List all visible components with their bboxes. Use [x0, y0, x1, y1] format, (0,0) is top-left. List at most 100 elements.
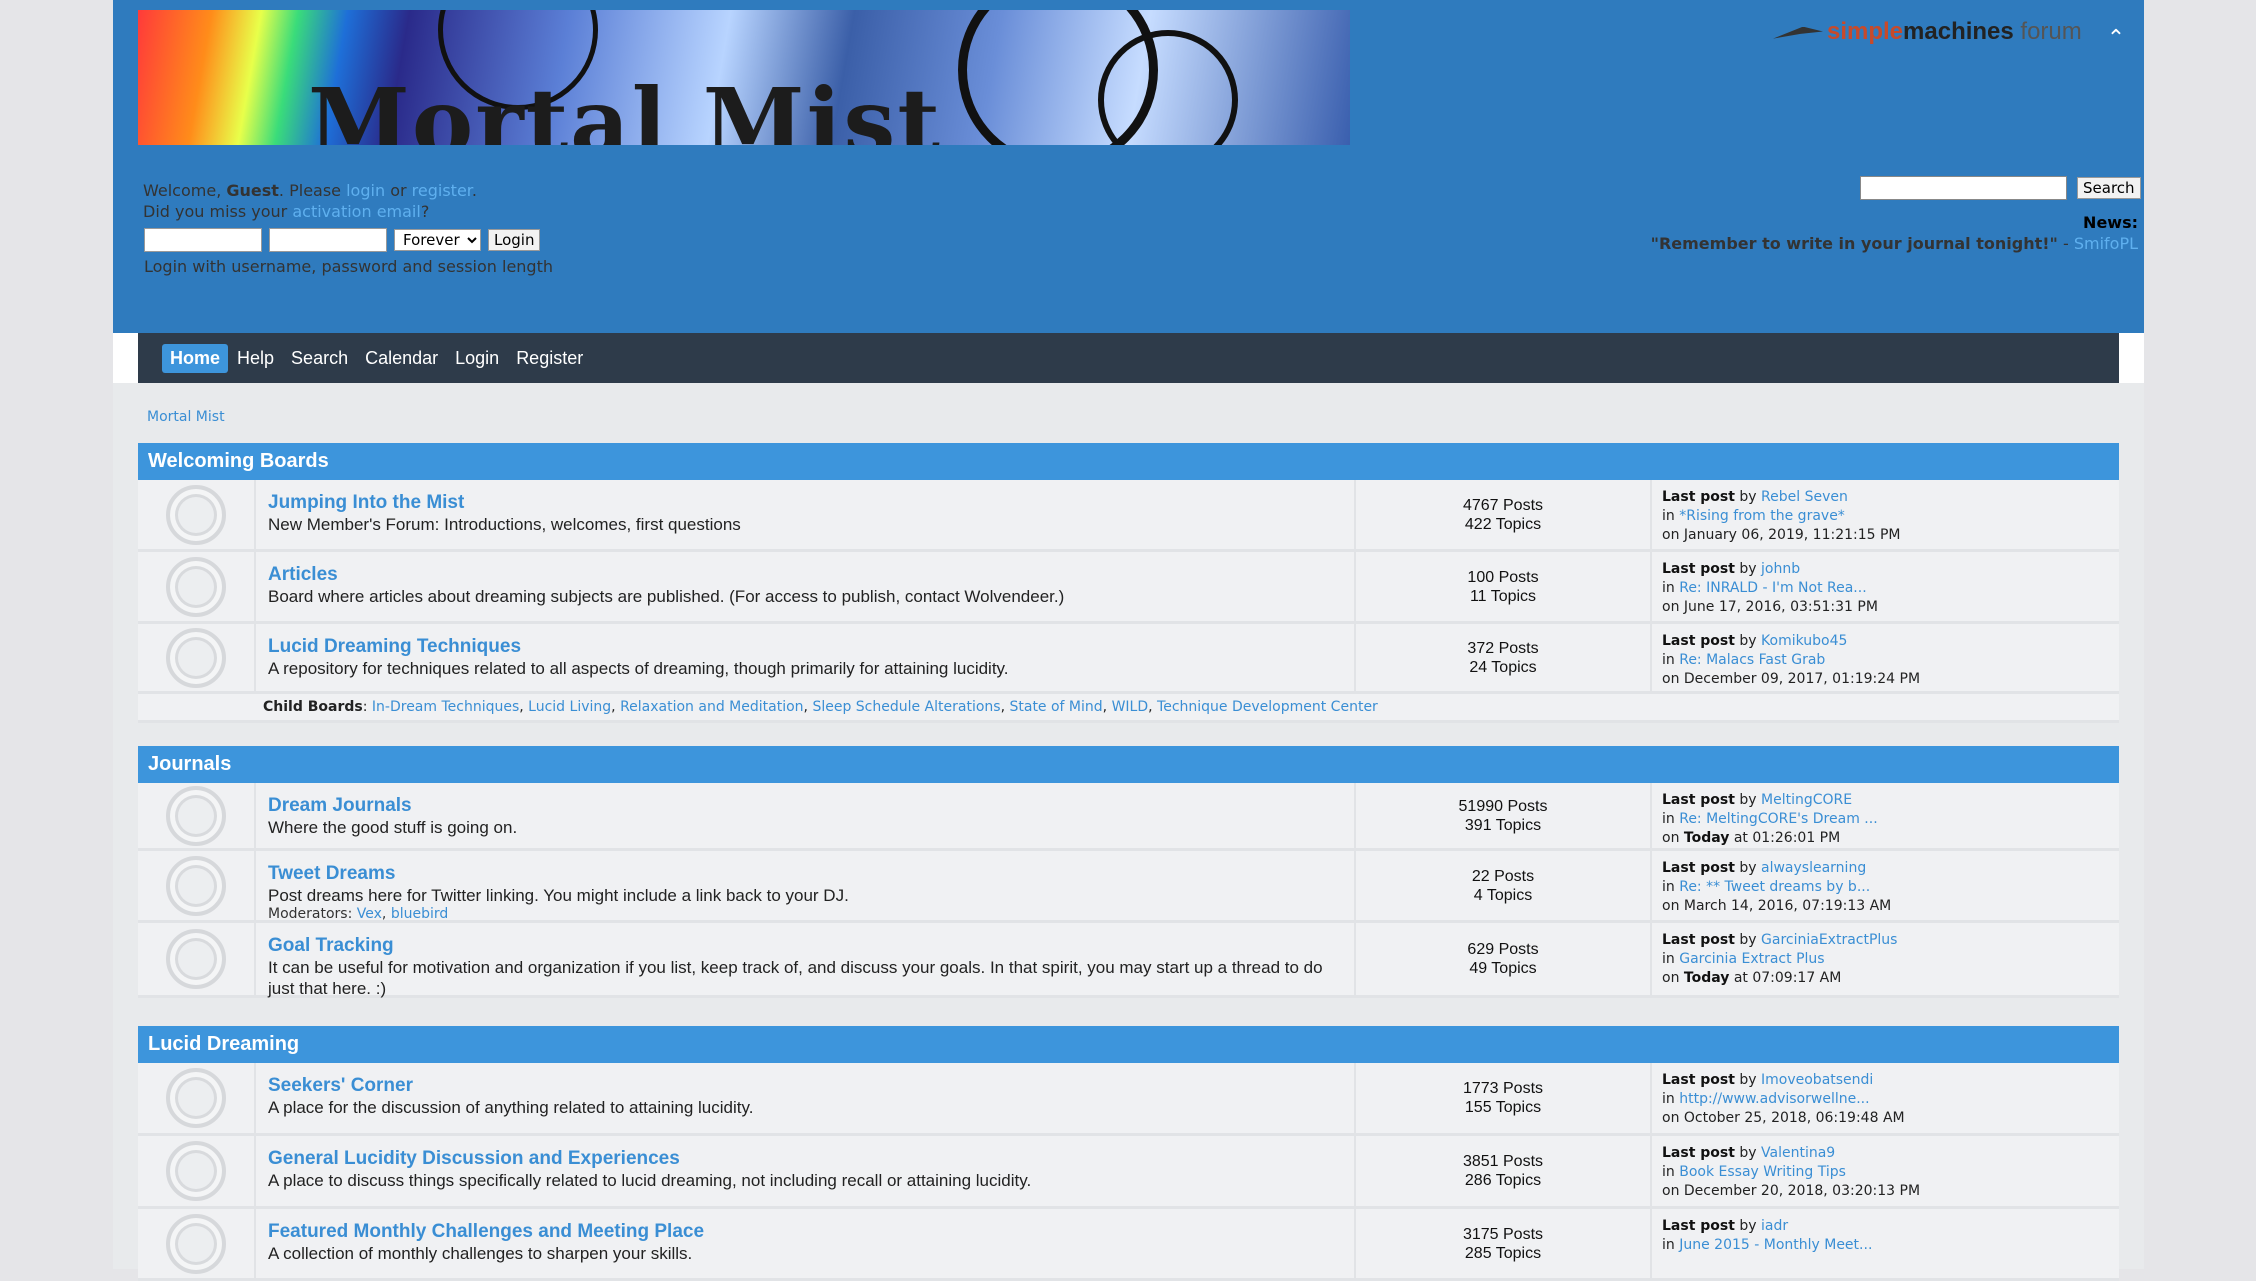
smf-bird-icon — [1773, 26, 1823, 39]
register-link[interactable]: register — [412, 181, 472, 200]
board-status-icon[interactable] — [166, 1141, 226, 1201]
news-heading: News: — [2083, 213, 2138, 232]
last-post-topic-link[interactable]: Garcinia Extract Plus — [1679, 951, 1824, 967]
session-length-select[interactable]: Forever — [394, 229, 481, 251]
menu-search[interactable]: Search — [283, 344, 356, 373]
last-post-user-link[interactable]: Rebel Seven — [1761, 489, 1848, 505]
board-name-link[interactable]: Dream Journals — [268, 795, 1342, 817]
last-post-topic: in http://www.advisorwellne... — [1662, 1091, 1870, 1107]
news-box: News: "Remember to write in your journal… — [1650, 213, 2138, 253]
board-name-link[interactable]: Featured Monthly Challenges and Meeting … — [268, 1221, 1342, 1243]
last-post-topic-link[interactable]: Re: MeltingCORE's Dream ... — [1679, 811, 1877, 827]
last-post-info: Last post by iadr in June 2015 - Monthly … — [1652, 1209, 2119, 1278]
breadcrumb[interactable]: Mortal Mist — [147, 409, 225, 425]
last-post-author: Last post by alwayslearning — [1662, 860, 1867, 876]
board-name-link[interactable]: Articles — [268, 564, 1342, 586]
activation-email-link[interactable]: activation email — [292, 202, 420, 221]
last-post-author: Last post by MeltingCORE — [1662, 792, 1853, 808]
collapse-header-icon[interactable]: ⌃ — [2103, 26, 2129, 52]
moderator-link[interactable]: Vex — [357, 906, 382, 922]
category-header[interactable]: Journals — [138, 746, 2119, 783]
post-count: 372 Posts — [1467, 639, 1539, 657]
child-boards-label: Child Boards — [263, 699, 363, 715]
last-post-user-link[interactable]: alwayslearning — [1761, 860, 1866, 876]
menu-login[interactable]: Login — [447, 344, 507, 373]
last-post-user-link[interactable]: johnb — [1761, 561, 1800, 577]
forum-banner[interactable]: Mortal Mist — [138, 10, 1350, 145]
child-board-link[interactable]: Relaxation and Meditation — [620, 699, 803, 715]
board-status-icon[interactable] — [166, 484, 226, 545]
child-board-link[interactable]: Sleep Schedule Alterations — [812, 699, 1000, 715]
last-post-info: Last post by Imoveobatsendi in http://www… — [1652, 1063, 2119, 1133]
search-input[interactable] — [1860, 176, 2067, 200]
last-post-user-link[interactable]: iadr — [1761, 1218, 1788, 1234]
board-info: General Lucidity Discussion and Experien… — [256, 1136, 1356, 1206]
child-board-link[interactable]: State of Mind — [1009, 699, 1102, 715]
password-input[interactable] — [269, 228, 387, 252]
board-name-link[interactable]: Tweet Dreams — [268, 863, 1342, 885]
board-name-link[interactable]: Goal Tracking — [268, 935, 1342, 957]
menu-help[interactable]: Help — [229, 344, 282, 373]
board-icon-cell — [138, 480, 256, 549]
category-header[interactable]: Welcoming Boards — [138, 443, 2119, 480]
board-status-icon[interactable] — [166, 556, 226, 617]
last-post-user-link[interactable]: Imoveobatsendi — [1761, 1072, 1873, 1088]
child-board-link[interactable]: Technique Development Center — [1157, 699, 1378, 715]
last-post-topic-link[interactable]: http://www.advisorwellne... — [1679, 1091, 1869, 1107]
last-post-topic-link[interactable]: *Rising from the grave* — [1679, 508, 1845, 524]
last-post-topic-link[interactable]: Re: INRALD - I'm Not Rea... — [1679, 580, 1866, 596]
last-post-user-link[interactable]: MeltingCORE — [1761, 792, 1852, 808]
last-post-user-link[interactable]: Komikubo45 — [1761, 633, 1847, 649]
menu-calendar[interactable]: Calendar — [357, 344, 446, 373]
board-info: Dream Journals Where the good stuff is go… — [256, 783, 1356, 848]
board-name-link[interactable]: Lucid Dreaming Techniques — [268, 636, 1342, 658]
smf-logo[interactable]: simplemachines forum — [1773, 18, 2082, 46]
last-post-label: Last post — [1662, 1218, 1735, 1234]
last-post-label: Last post — [1662, 860, 1735, 876]
last-post-topic-link[interactable]: June 2015 - Monthly Meet... — [1679, 1237, 1872, 1253]
category-0: Welcoming Boards Jumping Into the Mist New… — [138, 443, 2119, 723]
board-stats: 22 Posts 4 Topics — [1356, 851, 1652, 920]
last-post-topic-link[interactable]: Re: Malacs Fast Grab — [1679, 652, 1825, 668]
last-post-topic-link[interactable]: Re: ** Tweet dreams by b... — [1679, 879, 1870, 895]
board-status-icon[interactable] — [166, 855, 226, 916]
topic-count: 155 Topics — [1464, 1099, 1542, 1116]
last-post-author: Last post by GarciniaExtractPlus — [1662, 932, 1898, 948]
board-status-icon[interactable] — [166, 929, 226, 989]
news-author-link[interactable]: SmifoPL — [2074, 234, 2138, 253]
board-status-icon[interactable] — [166, 1213, 226, 1274]
board-info: Tweet Dreams Post dreams here for Twitter… — [256, 851, 1356, 922]
board-row: Articles Board where articles about dream… — [138, 552, 2119, 624]
board-status-icon[interactable] — [166, 1068, 226, 1128]
menu-home[interactable]: Home — [162, 343, 229, 373]
child-board-link[interactable]: In-Dream Techniques — [372, 699, 519, 715]
board-index: Mortal Mist Welcoming Boards Jumping Into… — [113, 383, 2144, 1281]
last-post-label: Last post — [1662, 561, 1735, 577]
quick-login-form: Forever Login — [144, 228, 541, 252]
login-link[interactable]: login — [346, 181, 385, 200]
login-button[interactable]: Login — [488, 229, 541, 251]
menu-register[interactable]: Register — [508, 344, 591, 373]
last-post-user-link[interactable]: Valentina9 — [1761, 1145, 1835, 1161]
last-post-label: Last post — [1662, 932, 1735, 948]
post-count: 4767 Posts — [1462, 496, 1544, 514]
last-post-user-link[interactable]: GarciniaExtractPlus — [1761, 932, 1897, 948]
username-input[interactable] — [144, 228, 262, 252]
board-status-icon[interactable] — [166, 627, 226, 688]
search-button[interactable]: Search — [2077, 177, 2141, 199]
last-post-topic-link[interactable]: Book Essay Writing Tips — [1679, 1164, 1846, 1180]
board-name-link[interactable]: General Lucidity Discussion and Experien… — [268, 1148, 1342, 1170]
board-name-link[interactable]: Jumping Into the Mist — [268, 492, 1342, 514]
main-menu: Home Help Search Calendar Login Register — [138, 333, 2119, 383]
last-post-topic: in Re: MeltingCORE's Dream ... — [1662, 811, 1878, 827]
board-name-link[interactable]: Seekers' Corner — [268, 1075, 1342, 1097]
child-board-link[interactable]: WILD — [1112, 699, 1149, 715]
board-moderators: Moderators: Vex, bluebird — [268, 906, 449, 922]
category-header[interactable]: Lucid Dreaming — [138, 1026, 2119, 1063]
moderator-link[interactable]: bluebird — [391, 906, 448, 922]
board-stats: 100 Posts 11 Topics — [1356, 552, 1652, 621]
board-description: Post dreams here for Twitter linking. Yo… — [268, 886, 849, 905]
board-status-icon[interactable] — [166, 785, 226, 846]
last-post-info: Last post by alwayslearning in Re: ** Twe… — [1652, 851, 2119, 920]
child-board-link[interactable]: Lucid Living — [528, 699, 611, 715]
